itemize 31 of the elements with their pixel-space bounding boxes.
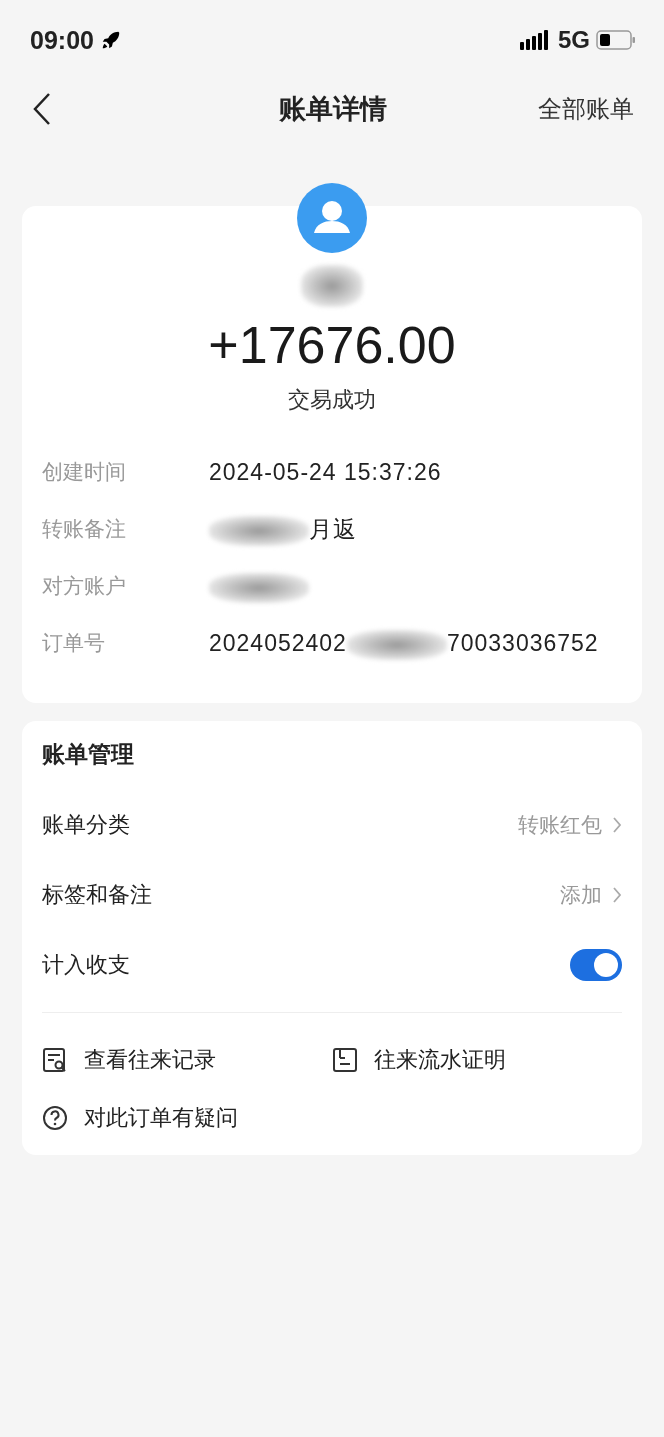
detail-label: 对方账户 bbox=[42, 573, 127, 600]
detail-label: 创建时间 bbox=[42, 459, 127, 486]
detail-value: 70033036752 bbox=[446, 630, 599, 656]
battery-icon bbox=[596, 30, 636, 50]
amount: +17676.00 bbox=[208, 315, 456, 375]
document-search-icon bbox=[42, 1047, 68, 1073]
back-icon[interactable] bbox=[32, 92, 52, 126]
document-icon bbox=[332, 1047, 358, 1073]
action-link[interactable]: 查看往来记录 bbox=[42, 1045, 216, 1075]
setting-label: 计入收支 bbox=[42, 951, 130, 979]
status-time: 09:00 bbox=[30, 25, 94, 55]
action-link[interactable]: 往来流水证明 bbox=[332, 1045, 506, 1075]
toggle-switch[interactable] bbox=[570, 949, 622, 981]
chevron-icon bbox=[612, 886, 622, 904]
all-bills-link[interactable]: 全部账单 bbox=[538, 93, 634, 125]
transaction-status: 交易成功 bbox=[288, 386, 376, 414]
help-icon bbox=[42, 1105, 68, 1131]
signal-icon bbox=[520, 30, 548, 50]
chevron-icon bbox=[612, 816, 622, 834]
network-type: 5G bbox=[558, 26, 590, 54]
setting-label: 标签和备注 bbox=[42, 881, 152, 909]
action-link[interactable]: 对此订单有疑问 bbox=[42, 1103, 238, 1133]
redacted-name bbox=[301, 265, 363, 307]
page-title: 账单详情 bbox=[279, 92, 387, 126]
section-title: 账单管理 bbox=[42, 740, 135, 769]
detail-label: 转账备注 bbox=[42, 516, 127, 543]
detail-value: 2024-05-24 15:37:26 bbox=[209, 459, 442, 485]
detail-value: 月返 bbox=[309, 516, 357, 542]
setting-label: 账单分类 bbox=[42, 811, 130, 839]
detail-value: 2024052402 bbox=[209, 630, 347, 656]
detail-label: 订单号 bbox=[42, 630, 106, 657]
